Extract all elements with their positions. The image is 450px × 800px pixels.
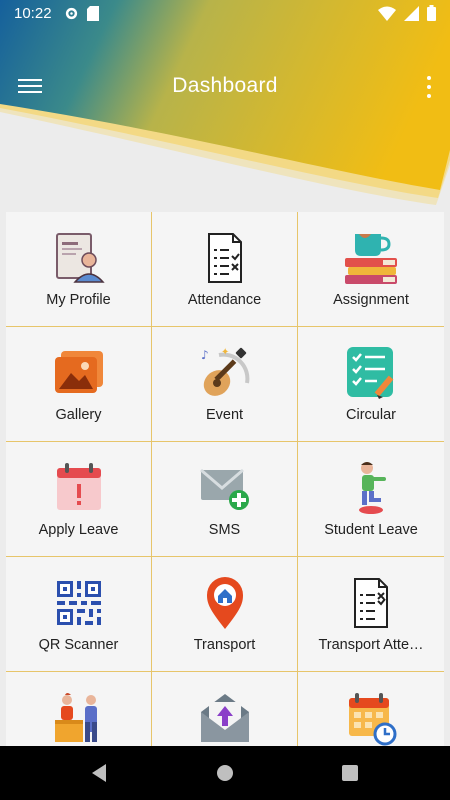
battery-icon [427, 5, 436, 21]
recent-apps-icon[interactable] [338, 761, 362, 785]
settings-icon [65, 7, 77, 19]
tile-gallery[interactable]: Gallery [6, 327, 152, 442]
calendar-clock-icon [349, 693, 397, 746]
tile-student-leave[interactable]: Student Leave [298, 442, 444, 557]
tile-my-profile[interactable]: My Profile [6, 212, 152, 327]
calendar-alert-icon [56, 463, 101, 510]
tile-label: My Profile [46, 292, 111, 308]
tile-apply-leave[interactable]: Apply Leave [6, 442, 152, 557]
status-bar: 10:22 [0, 0, 450, 26]
more-options-icon[interactable] [424, 76, 434, 98]
location-pin-icon [206, 577, 243, 629]
tile-label: SMS [208, 522, 241, 538]
tile-circular[interactable]: Circular [298, 327, 444, 442]
tile-label: Transport [193, 637, 256, 653]
tile-label: Student Leave [324, 522, 418, 538]
status-time: 10:22 [14, 4, 52, 22]
tile-label: Attendance [187, 292, 262, 308]
tile-label: Transport Atte… [318, 637, 424, 653]
tile-label: Apply Leave [38, 522, 119, 538]
signal-icon [404, 5, 419, 21]
clipboard-checklist-icon [347, 347, 394, 399]
tile-sms[interactable]: SMS [152, 442, 298, 557]
system-navigation-bar [0, 746, 450, 800]
envelope-plus-icon [199, 468, 249, 510]
dashboard-grid: My Profile Attendance Assignment Gallery… [6, 212, 444, 787]
profile-document-icon [55, 233, 105, 283]
tile-assignment[interactable]: Assignment [298, 212, 444, 327]
app-toolbar: Dashboard [0, 60, 450, 114]
walking-student-icon [359, 462, 386, 514]
tile-label: Gallery [55, 407, 102, 423]
tile-label: Assignment [333, 292, 409, 308]
tile-transport-attendance[interactable]: Transport Atte… [298, 557, 444, 672]
tile-event[interactable]: ♪ ✦ Event [152, 327, 298, 442]
tile-qr-scanner[interactable]: QR Scanner [6, 557, 152, 672]
tile-transport[interactable]: Transport [152, 557, 298, 672]
transport-checklist-icon [354, 578, 388, 628]
photo-gallery-icon [54, 351, 103, 393]
books-cup-icon [345, 234, 397, 284]
page-title: Dashboard [172, 74, 278, 97]
back-icon[interactable] [88, 761, 112, 785]
meeting-people-icon [54, 693, 97, 742]
checklist-icon [207, 233, 242, 283]
svg-text:♪: ♪ [201, 348, 209, 362]
svg-text:✦: ✦ [221, 347, 229, 358]
sd-card-icon [86, 5, 99, 21]
tile-label: QR Scanner [38, 637, 119, 653]
tile-label: Circular [346, 407, 396, 423]
guitar-music-icon: ♪ ✦ [201, 347, 249, 396]
tile-label: Event [205, 407, 244, 423]
qr-code-icon [56, 581, 101, 625]
home-icon[interactable] [213, 761, 237, 785]
envelope-upload-icon [200, 694, 249, 742]
tile-attendance[interactable]: Attendance [152, 212, 298, 327]
wifi-icon [378, 6, 396, 21]
